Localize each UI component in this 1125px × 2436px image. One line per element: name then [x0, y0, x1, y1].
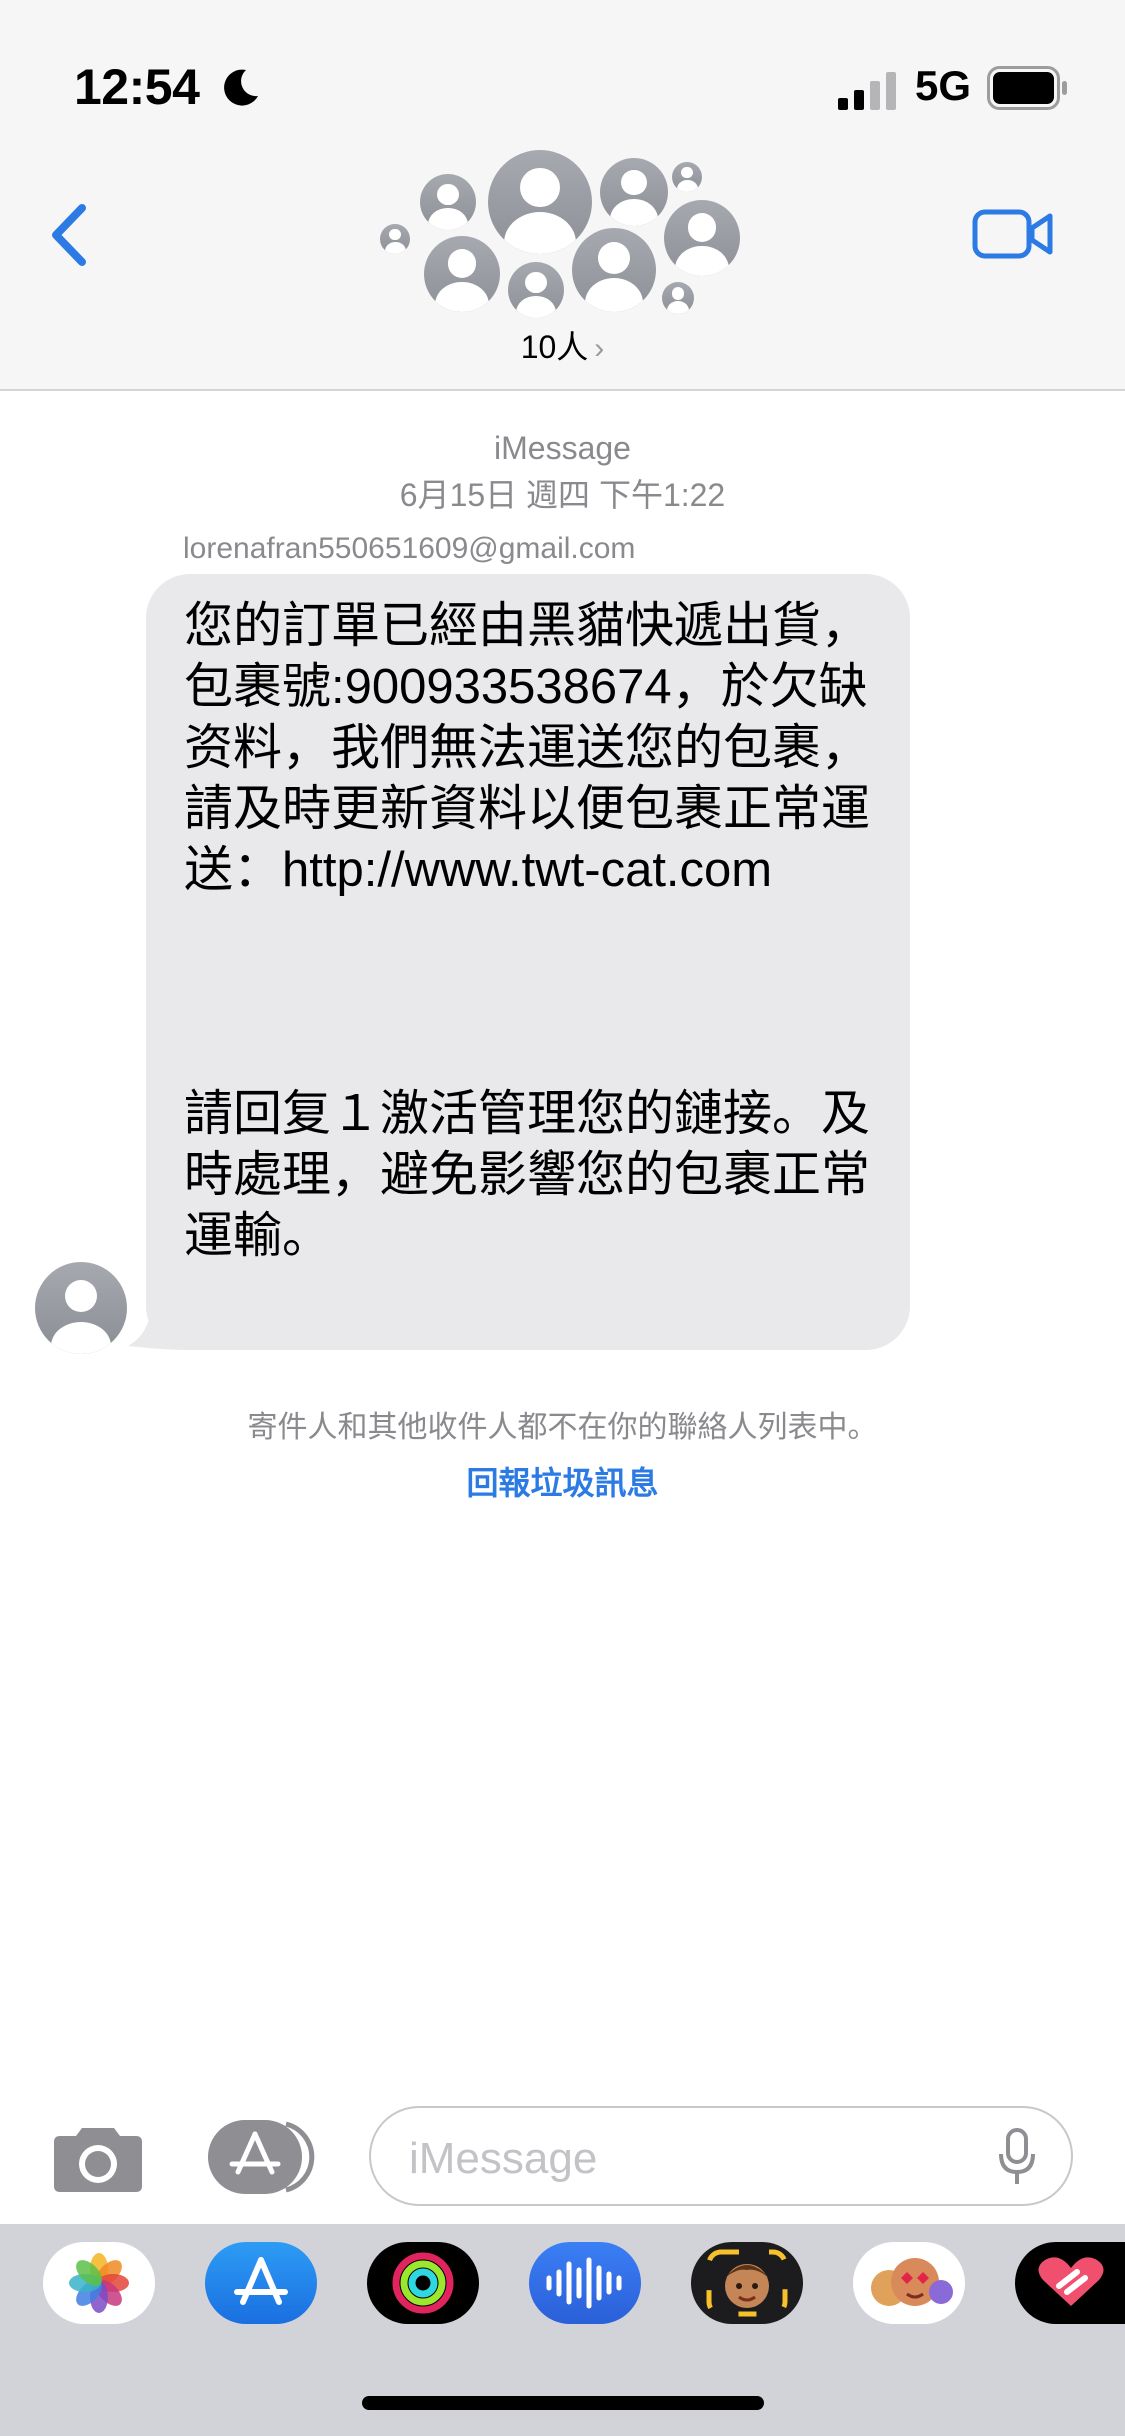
app-store-app-icon[interactable]: [205, 2242, 317, 2324]
message-input[interactable]: iMessage: [369, 2106, 1073, 2206]
chevron-right-icon: ›: [594, 332, 605, 365]
activity-app-icon[interactable]: [367, 2242, 479, 2324]
avatar: [664, 200, 740, 276]
avatar: [672, 162, 702, 192]
message-text[interactable]: 您的訂單已經由黑貓快遞出貨，包裹號:900933538674，於欠缺资料，我們無…: [184, 596, 884, 1267]
facetime-video-icon[interactable]: [972, 206, 1054, 262]
moon-icon: [224, 69, 258, 106]
status-time: 12:54: [74, 59, 200, 115]
group-member-count[interactable]: 10人 ›: [0, 322, 1125, 368]
camera-icon[interactable]: [52, 2122, 144, 2194]
group-avatar-cluster[interactable]: [380, 140, 750, 320]
avatar: [420, 174, 476, 230]
message-timestamp: 6月15日 週四 下午1:22: [399, 477, 726, 513]
message-paragraph-1: 您的訂單已經由黑貓快遞出貨，包裹號:900933538674，於欠缺资料，我們無…: [184, 599, 871, 897]
avatar: [600, 158, 668, 226]
avatar: [380, 224, 410, 254]
audio-message-app-icon[interactable]: [529, 2242, 641, 2324]
battery-icon: [987, 66, 1067, 110]
avatar: [508, 262, 564, 318]
network-type: 5G: [915, 62, 972, 109]
memoji-app-icon[interactable]: [691, 2242, 803, 2324]
avatar: [572, 228, 656, 312]
unknown-sender-notice: 寄件人和其他收件人都不在你的聯絡人列表中。: [247, 1411, 878, 1444]
avatar: [662, 282, 694, 314]
photos-app-icon[interactable]: [43, 2242, 155, 2324]
sender-address: lorenafran550651609@gmail.com: [183, 532, 636, 565]
group-count-label: 10人: [520, 329, 589, 365]
cellular-signal-icon: [838, 72, 896, 110]
digital-touch-app-icon[interactable]: [1015, 2242, 1125, 2324]
avatar: [424, 236, 500, 312]
message-input-placeholder: iMessage: [409, 2134, 598, 2183]
sender-avatar-icon[interactable]: [35, 1262, 127, 1354]
message-paragraph-2: 請回复１激活管理您的鏈接。及時處理，避免影響您的包裹正常運輸。: [184, 1087, 871, 1263]
avatar: [488, 150, 592, 254]
home-indicator[interactable]: [362, 2396, 764, 2410]
report-junk-link[interactable]: 回報垃圾訊息: [0, 1458, 1125, 1504]
microphone-icon[interactable]: [997, 2128, 1037, 2186]
apps-button-icon[interactable]: [208, 2120, 320, 2194]
conversation-header: 12:54 5G 10人 ›: [0, 0, 1125, 391]
service-label: iMessage: [494, 430, 631, 466]
back-chevron-icon[interactable]: [44, 200, 94, 270]
memoji-stickers-app-icon[interactable]: [853, 2242, 965, 2324]
